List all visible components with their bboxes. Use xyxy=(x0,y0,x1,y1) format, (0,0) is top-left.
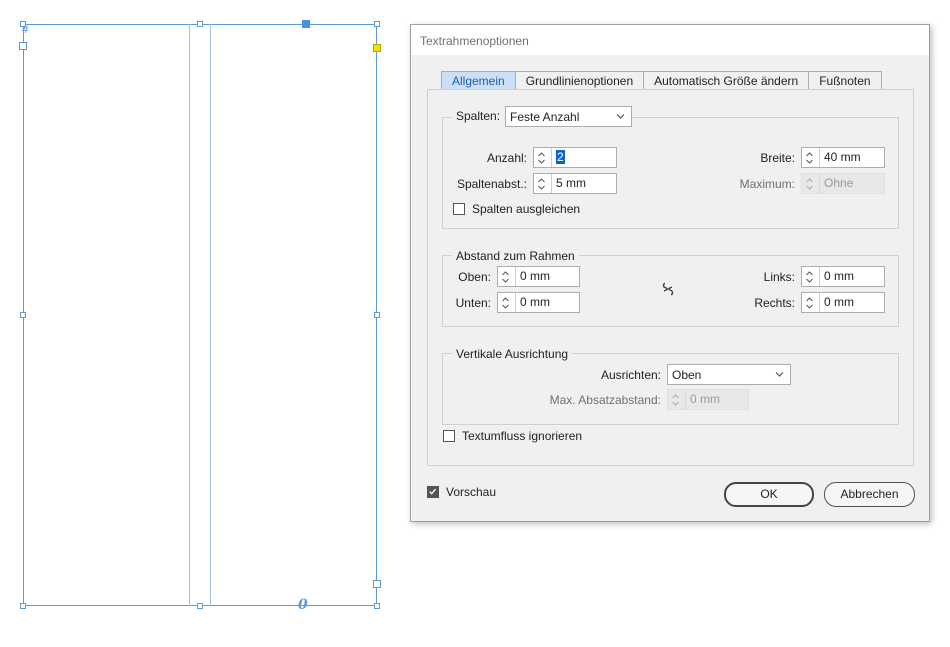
spaltenabst-value[interactable]: 5 mm xyxy=(552,174,616,193)
columns-label: Spalten: xyxy=(452,109,505,123)
stepper-arrows[interactable] xyxy=(802,267,820,286)
anzahl-stepper[interactable]: 2 xyxy=(533,147,617,168)
max-absatzabstand-value: 0 mm xyxy=(690,392,720,406)
chevron-down-icon[interactable] xyxy=(806,158,813,165)
textumfluss-ignorieren-label[interactable]: Textumfluss ignorieren xyxy=(462,429,582,443)
ausrichten-label: Ausrichten: xyxy=(600,368,661,382)
tab-allgemein[interactable]: Allgemein xyxy=(441,71,516,90)
ausrichten-select[interactable]: Oben xyxy=(667,364,791,385)
breite-value[interactable]: 40 mm xyxy=(820,148,884,167)
cancel-button[interactable]: Abbrechen xyxy=(824,482,915,507)
tab-fussnoten[interactable]: Fußnoten xyxy=(809,71,882,90)
chevron-down-icon[interactable] xyxy=(502,277,509,284)
chevron-up-icon xyxy=(806,178,813,183)
out-port-box[interactable] xyxy=(373,580,381,588)
maximum-value: Ohne xyxy=(824,176,854,190)
vertical-alignment-legend: Vertikale Ausrichtung xyxy=(452,347,573,361)
handle-bottom-left[interactable] xyxy=(20,603,26,609)
tab-bar: Allgemein Grundlinienoptionen Automatisc… xyxy=(441,71,882,90)
handle-bottom-right[interactable] xyxy=(374,603,380,609)
chevron-down-icon[interactable] xyxy=(538,184,545,191)
in-port-box[interactable] xyxy=(19,42,27,50)
chevron-down-icon[interactable] xyxy=(538,158,545,165)
columns-mode-value: Feste Anzahl xyxy=(510,110,580,124)
rechts-value[interactable]: 0 mm xyxy=(820,293,884,312)
text-frame-options-dialog: Textrahmenoptionen Allgemein Grundlinien… xyxy=(410,24,930,522)
dialog-titlebar[interactable]: Textrahmenoptionen xyxy=(411,25,929,55)
in-port-handle[interactable] xyxy=(302,20,310,28)
stepper-arrows[interactable] xyxy=(802,293,820,312)
chevron-up-icon[interactable] xyxy=(806,151,813,158)
stepper-arrows xyxy=(802,174,820,193)
chevron-down-icon[interactable] xyxy=(502,303,509,310)
maximum-label: Maximum: xyxy=(739,177,795,191)
spaltenabst-label: Spaltenabst.: xyxy=(456,177,527,191)
stepper-arrows[interactable] xyxy=(802,148,820,167)
breite-stepper[interactable]: 40 mm xyxy=(801,147,885,168)
ausrichten-value: Oben xyxy=(672,368,702,382)
chevron-down-icon[interactable] xyxy=(806,303,813,310)
ok-button[interactable]: OK xyxy=(724,482,814,507)
vorschau-label[interactable]: Vorschau xyxy=(446,485,496,499)
chevron-down-icon[interactable] xyxy=(806,277,813,284)
spalten-ausgleichen-checkbox[interactable] xyxy=(453,203,465,215)
spalten-ausgleichen-label[interactable]: Spalten ausgleichen xyxy=(472,202,580,216)
rechts-label: Rechts: xyxy=(754,296,795,310)
unten-label: Unten: xyxy=(455,296,491,310)
thread-indicator-icon: 0 xyxy=(298,597,308,613)
links-label: Links: xyxy=(763,270,795,284)
links-stepper[interactable]: 0 mm xyxy=(801,266,885,287)
maximum-stepper: Ohne xyxy=(801,173,885,194)
handle-top-right[interactable] xyxy=(374,21,380,27)
handle-bottom-middle[interactable] xyxy=(197,603,203,609)
overflow-hash-icon: # xyxy=(21,25,30,36)
textumfluss-ignorieren-checkbox[interactable] xyxy=(443,430,455,442)
chevron-up-icon[interactable] xyxy=(806,296,813,303)
rechts-stepper[interactable]: 0 mm xyxy=(801,292,885,313)
chevron-down-icon xyxy=(775,372,784,377)
dialog-title: Textrahmenoptionen xyxy=(420,34,529,48)
corner-options-handle[interactable] xyxy=(373,44,381,52)
chevron-up-icon[interactable] xyxy=(502,270,509,277)
stepper-arrows[interactable] xyxy=(534,174,552,193)
links-value[interactable]: 0 mm xyxy=(820,267,884,286)
oben-value[interactable]: 0 mm xyxy=(516,267,579,286)
handle-middle-left[interactable] xyxy=(20,312,26,318)
stepper-arrows[interactable] xyxy=(534,148,552,167)
stepper-arrows xyxy=(668,390,686,409)
broken-chain-icon[interactable] xyxy=(662,282,674,296)
chevron-up-icon[interactable] xyxy=(538,151,545,158)
handle-top-middle[interactable] xyxy=(197,21,203,27)
chevron-down-icon xyxy=(616,114,625,119)
oben-stepper[interactable]: 0 mm xyxy=(497,266,580,287)
unten-value[interactable]: 0 mm xyxy=(516,293,579,312)
oben-label: Oben: xyxy=(458,270,491,284)
chevron-down-icon xyxy=(806,185,813,190)
chevron-up-icon[interactable] xyxy=(538,177,545,184)
checkmark-icon xyxy=(429,488,437,495)
chevron-down-icon xyxy=(672,401,679,406)
max-absatzabstand-label: Max. Absatzabstand: xyxy=(549,393,661,407)
anzahl-value[interactable]: 2 xyxy=(556,150,565,164)
max-absatzabstand-stepper: 0 mm xyxy=(667,389,749,410)
column-gutter-right-guide xyxy=(210,24,211,606)
unten-stepper[interactable]: 0 mm xyxy=(497,292,580,313)
inset-spacing-legend: Abstand zum Rahmen xyxy=(452,249,579,263)
columns-mode-select[interactable]: Feste Anzahl xyxy=(505,106,632,127)
anzahl-label: Anzahl: xyxy=(486,151,527,165)
stepper-arrows[interactable] xyxy=(498,267,516,286)
text-frame[interactable] xyxy=(23,24,377,606)
handle-middle-right[interactable] xyxy=(374,312,380,318)
vorschau-checkbox[interactable] xyxy=(427,486,439,498)
breite-label: Breite: xyxy=(760,151,795,165)
tab-automatisch-groesse[interactable]: Automatisch Größe ändern xyxy=(644,71,810,90)
stepper-arrows[interactable] xyxy=(498,293,516,312)
chevron-up-icon xyxy=(672,394,679,399)
chevron-up-icon[interactable] xyxy=(502,296,509,303)
spaltenabst-stepper[interactable]: 5 mm xyxy=(533,173,617,194)
chevron-up-icon[interactable] xyxy=(806,270,813,277)
column-gutter-left-guide xyxy=(189,24,190,606)
tab-grundlinienoptionen[interactable]: Grundlinienoptionen xyxy=(515,71,645,90)
